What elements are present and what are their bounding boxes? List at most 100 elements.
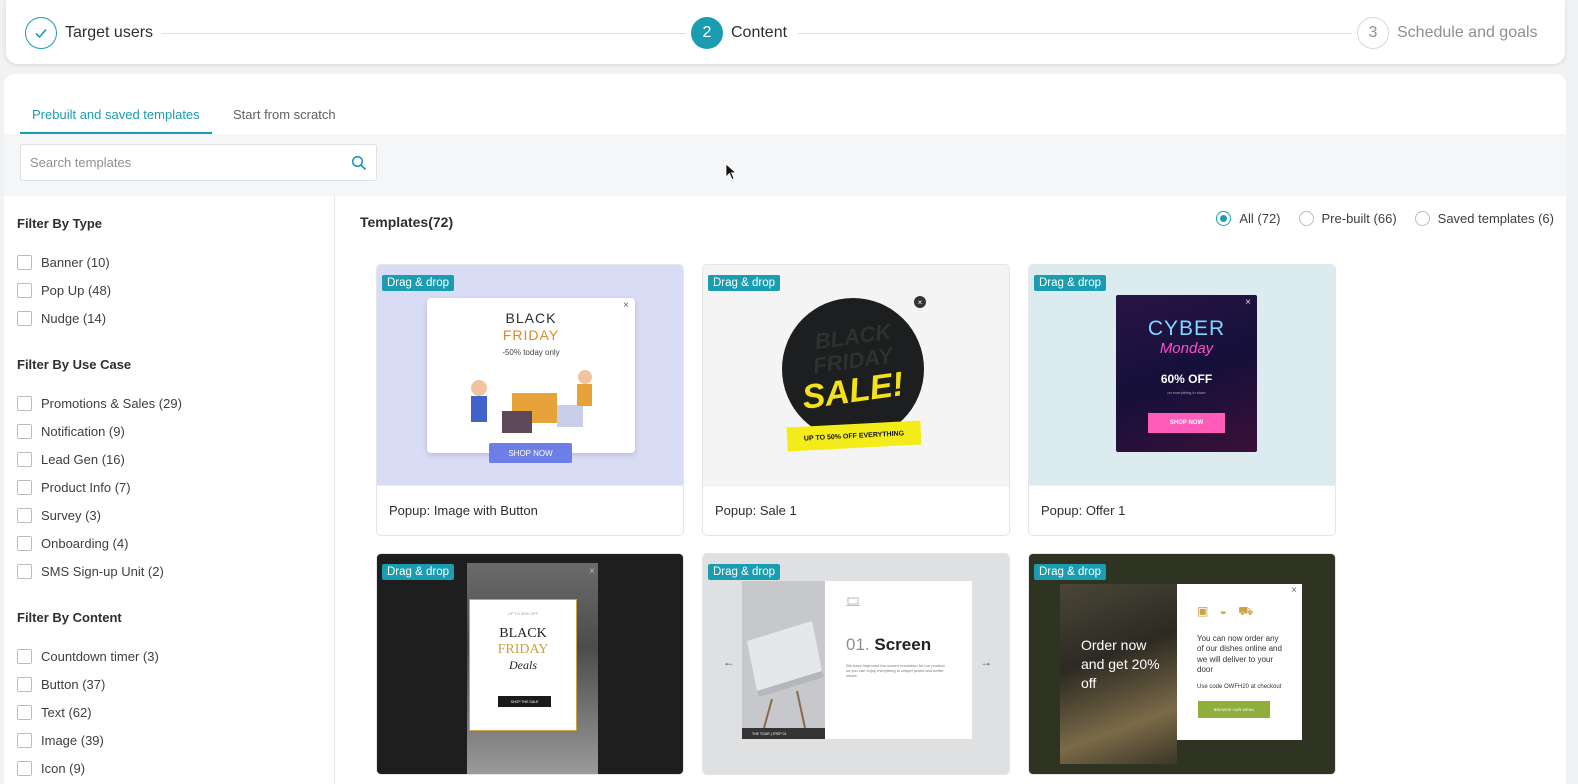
tab-start-from-scratch[interactable]: Start from scratch — [233, 107, 336, 132]
radio-saved[interactable]: Saved templates (6) — [1414, 211, 1554, 226]
preview-heading: Screen — [874, 635, 932, 654]
filter-option-label: Image (39) — [41, 732, 104, 748]
radio-button[interactable] — [1298, 211, 1314, 226]
filter-option-label: Promotions & Sales (29) — [41, 395, 182, 411]
filter-option[interactable]: Product Info (7) — [17, 473, 182, 501]
filter-option-label: Onboarding (4) — [41, 535, 129, 551]
progress-stepper: Target users 2 Content 3 Schedule and go… — [6, 0, 1565, 64]
checkbox[interactable] — [17, 732, 32, 748]
preview-text: We have improved the screen resolution f… — [846, 663, 945, 679]
filter-option[interactable]: Button (37) — [17, 670, 159, 698]
filter-option[interactable]: Lead Gen (16) — [17, 445, 182, 473]
preview-button: SHOP THE SALE — [498, 696, 551, 707]
step-target-users[interactable]: Target users — [25, 17, 153, 49]
preview-photo: Order now and get 20% off — [1060, 584, 1177, 764]
checkbox[interactable] — [17, 535, 32, 551]
step-content[interactable]: 2 Content — [691, 17, 787, 49]
filter-option[interactable]: Countdown timer (3) — [17, 642, 159, 670]
filter-title: Filter By Use Case — [17, 357, 132, 372]
checkbox[interactable] — [17, 760, 32, 776]
filter-option[interactable]: Survey (3) — [17, 501, 182, 529]
filter-option[interactable]: Promotions & Sales (29) — [17, 389, 182, 417]
delivery-icons: ▣ ◒ ⛟ — [1197, 604, 1258, 618]
close-icon: × — [589, 566, 595, 577]
preview-text: FRIDAY — [502, 327, 560, 343]
drag-drop-badge: Drag & drop — [708, 564, 781, 580]
filter-option-label: Notification (9) — [41, 423, 125, 439]
checkbox[interactable] — [17, 563, 32, 579]
filter-by-use-case: Filter By Use Case Promotions & Sales (2… — [17, 357, 182, 585]
checkbox[interactable] — [17, 310, 32, 326]
filter-by-type: Filter By Type Banner (10) Pop Up (48) N… — [17, 216, 111, 332]
popup-preview: UP TO 50% OFF BLACK FRIDAY Deals SHOP TH… — [469, 599, 577, 731]
search-icon[interactable] — [351, 155, 367, 171]
template-card[interactable]: Drag & drop BLACK FRIDAY SALE! UP TO 50%… — [702, 264, 1010, 536]
template-card[interactable]: Drag & drop × CYBER Monday 60% OFF on ev… — [1028, 264, 1336, 536]
radio-all[interactable]: All (72) — [1216, 211, 1281, 226]
filter-option[interactable]: Nudge (14) — [17, 304, 111, 332]
template-thumbnail: Drag & drop × CYBER Monday 60% OFF on ev… — [1029, 265, 1335, 485]
filter-option[interactable]: Pop Up (48) — [17, 276, 111, 304]
template-name: Popup: Offer 1 — [1029, 485, 1335, 535]
preview-button: SHOP NOW — [489, 443, 572, 463]
template-card[interactable]: Drag & drop UP TO 50% OFF BLACK FRIDAY D… — [376, 553, 684, 775]
tab-prebuilt-saved[interactable]: Prebuilt and saved templates — [20, 107, 212, 134]
checkbox[interactable] — [17, 395, 32, 411]
filter-option[interactable]: SMS Sign-up Unit (2) — [17, 557, 182, 585]
drag-drop-badge: Drag & drop — [382, 275, 455, 291]
preview-text: Order now and get 20% off — [1081, 637, 1160, 691]
step-schedule-goals[interactable]: 3 Schedule and goals — [1357, 17, 1538, 49]
step-connector — [161, 33, 686, 34]
preview-text: You can now order any of our dishes onli… — [1197, 634, 1282, 675]
checkbox[interactable] — [17, 282, 32, 298]
preview-strip: UP TO 50% OFF EVERYTHING — [786, 420, 922, 452]
template-card[interactable]: Drag & drop 01. Screen We have improved … — [702, 553, 1010, 775]
template-name: Popup: Image with Button — [377, 485, 683, 535]
filter-option[interactable]: Onboarding (4) — [17, 529, 182, 557]
step-number: 2 — [691, 17, 723, 49]
checkbox[interactable] — [17, 676, 32, 692]
filter-option[interactable]: Image (39) — [17, 726, 159, 754]
search-bar — [4, 134, 1566, 196]
preview-button: SHOP NOW — [1148, 413, 1225, 433]
preview-title: 01. Screen — [846, 635, 931, 655]
checkbox[interactable] — [17, 704, 32, 720]
radio-label: Saved templates (6) — [1437, 211, 1554, 226]
radio-button[interactable] — [1414, 211, 1430, 226]
filter-option[interactable]: Banner (10) — [17, 248, 111, 276]
laptop-icon — [846, 597, 860, 606]
checkbox[interactable] — [17, 254, 32, 270]
step-connector — [798, 33, 1352, 34]
template-card[interactable]: Drag & drop × BLACK FRIDAY -50% today on… — [376, 264, 684, 536]
preview-text: on everything in store — [1167, 390, 1206, 395]
search-box — [20, 144, 377, 181]
radio-button[interactable] — [1216, 211, 1232, 226]
checkbox[interactable] — [17, 451, 32, 467]
filter-option-label: Pop Up (48) — [41, 282, 112, 298]
radio-label: Pre-built (66) — [1321, 211, 1397, 226]
checkbox[interactable] — [17, 648, 32, 664]
template-card[interactable]: Drag & drop Order now and get 20% off × … — [1028, 553, 1336, 775]
filter-option[interactable]: Notification (9) — [17, 417, 182, 445]
filter-by-content: Filter By Content Countdown timer (3) Bu… — [17, 610, 159, 782]
checkbox[interactable] — [17, 507, 32, 523]
preview-button: BROWSE OUR MENU — [1198, 701, 1270, 718]
filter-option[interactable]: Text (62) — [17, 698, 159, 726]
preview-text: BLACK — [499, 626, 547, 641]
template-source-filter: All (72) Pre-built (66) Saved templates … — [1216, 211, 1554, 226]
gifts-illustration — [471, 370, 592, 433]
preview-text: CYBER — [1147, 317, 1226, 340]
checkbox[interactable] — [17, 479, 32, 495]
radio-prebuilt[interactable]: Pre-built (66) — [1298, 211, 1397, 226]
preview-text: Deals — [509, 658, 537, 672]
checkbox[interactable] — [17, 423, 32, 439]
preview-footer: THE TOUR | STEP 01 — [742, 728, 825, 739]
sale-circle: BLACK FRIDAY SALE! — [782, 298, 924, 440]
filter-option-label: Icon (9) — [41, 760, 86, 776]
templates-count-title: Templates(72) — [360, 214, 454, 230]
filter-option-label: Banner (10) — [41, 254, 110, 270]
search-input[interactable] — [21, 145, 341, 180]
preview-text: UP TO 50% OFF — [507, 611, 539, 616]
filter-option[interactable]: Icon (9) — [17, 754, 159, 782]
template-thumbnail: Drag & drop Order now and get 20% off × … — [1029, 554, 1335, 774]
